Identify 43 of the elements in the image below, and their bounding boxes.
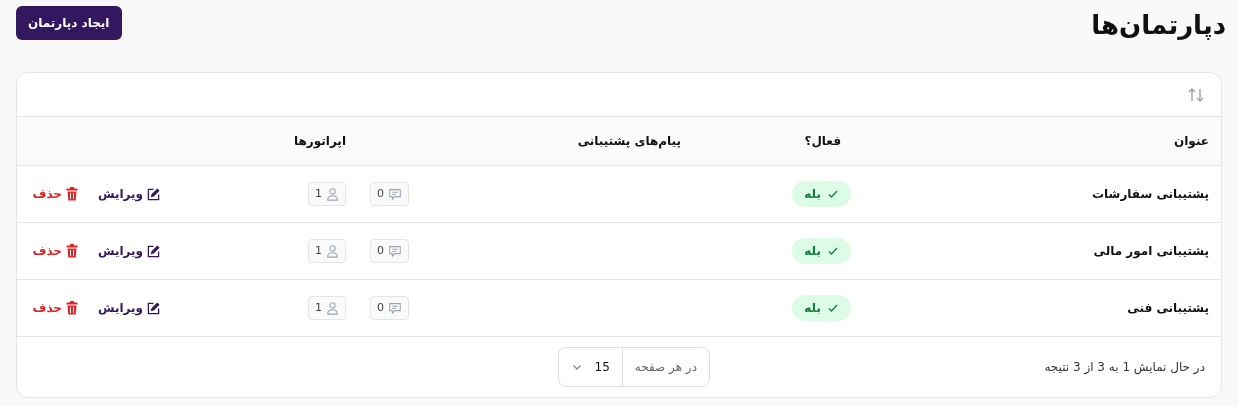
check-icon <box>827 188 839 200</box>
operators-count: 1 <box>315 185 322 202</box>
trash-icon <box>66 244 78 258</box>
edit-icon <box>147 301 160 315</box>
user-icon <box>326 244 339 258</box>
department-title: پشتیبانی سفارشات <box>1091 186 1210 203</box>
per-page-label: در هر صفحه <box>621 348 709 386</box>
status-label: بله <box>804 186 821 203</box>
per-page-value: 15 <box>593 359 611 376</box>
department-title: پشتیبانی امور مالی <box>1092 243 1210 260</box>
status-label: بله <box>804 300 821 317</box>
delete-link[interactable]: حذف <box>32 242 78 260</box>
operators-count: 1 <box>315 299 322 316</box>
chat-icon <box>388 187 402 201</box>
trash-icon <box>66 187 78 201</box>
edit-link[interactable]: ویرایش <box>98 299 160 317</box>
create-button[interactable]: ایجاد دپارتمان <box>16 6 122 40</box>
sort-icon[interactable] <box>1187 86 1205 103</box>
results-summary: در حال نمایش 1 به 3 از 3 نتیجه <box>1043 359 1205 376</box>
column-header: پیام‌های پشتیبانی <box>576 133 682 150</box>
check-icon <box>827 245 839 257</box>
check-icon <box>827 302 839 314</box>
edit-icon <box>147 187 160 201</box>
column-header: فعال؟ <box>803 133 842 150</box>
edit-link[interactable]: ویرایش <box>98 242 160 260</box>
chat-icon <box>388 301 402 315</box>
messages-count: 0 <box>377 299 384 316</box>
user-icon <box>326 301 339 315</box>
chat-icon <box>388 244 402 258</box>
delete-link[interactable]: حذف <box>32 299 78 317</box>
messages-count: 0 <box>377 242 384 259</box>
column-header: اپراتورها <box>293 133 347 150</box>
user-icon <box>326 187 339 201</box>
department-title: پشتیبانی فنی <box>1126 300 1210 317</box>
delete-link[interactable]: حذف <box>32 185 78 203</box>
page-title: دپارتمان‌ها <box>1091 9 1226 42</box>
trash-icon <box>66 301 78 315</box>
column-header: عنوان <box>1173 133 1210 150</box>
edit-link[interactable]: ویرایش <box>98 185 160 203</box>
operators-count: 1 <box>315 242 322 259</box>
status-label: بله <box>804 243 821 260</box>
edit-icon <box>147 244 160 258</box>
messages-count: 0 <box>377 185 384 202</box>
